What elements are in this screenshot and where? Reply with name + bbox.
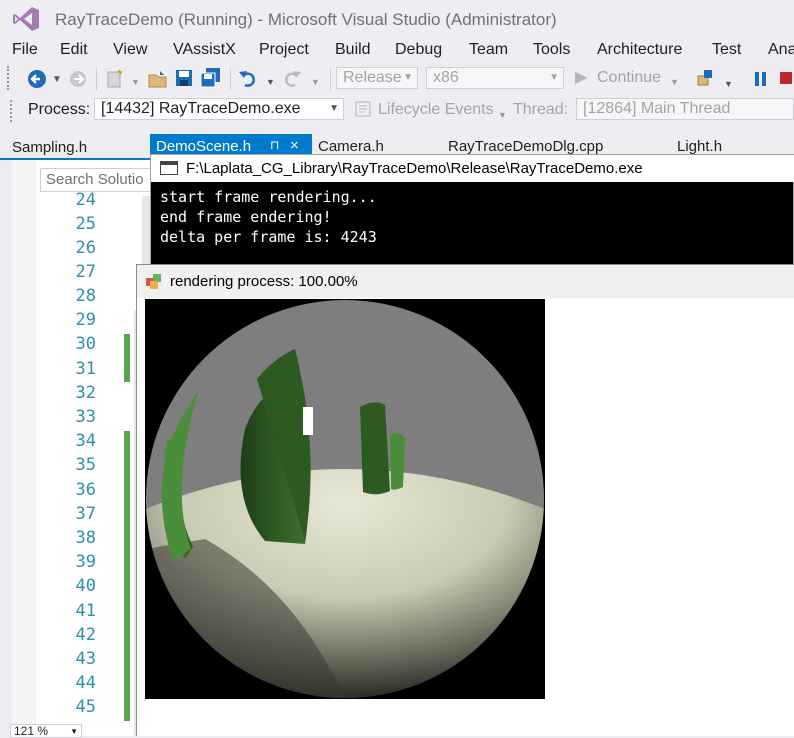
side-dock-strip	[0, 160, 12, 736]
line-number: 35	[75, 455, 96, 475]
line-number: 28	[75, 286, 96, 306]
continue-dropdown-icon[interactable]: ▼	[670, 72, 679, 92]
solution-search-input[interactable]: Search Solutio	[40, 168, 155, 192]
console-output-line: delta per frame is: 4243	[160, 228, 377, 246]
thread-label: Thread:	[513, 101, 569, 118]
tab-camera-h[interactable]: Camera.h	[318, 138, 384, 155]
thread-combo[interactable]: [12864] Main Thread	[576, 98, 794, 120]
change-tracking-bar	[124, 334, 130, 382]
process-value: [14432] RayTraceDemo.exe	[101, 100, 301, 117]
stop-debugging-icon[interactable]	[779, 71, 793, 85]
continue-play-icon[interactable]: ▶	[575, 68, 587, 88]
break-all-icon[interactable]	[753, 71, 767, 87]
close-tab-icon[interactable]: ×	[290, 137, 299, 154]
pin-tab-icon[interactable]: ⊓	[270, 138, 279, 152]
solution-configuration-value: Release	[343, 69, 402, 86]
menu-debug[interactable]: Debug	[395, 41, 442, 59]
navigate-forward-icon[interactable]	[68, 69, 88, 89]
line-number: 33	[75, 407, 96, 427]
line-number: 31	[75, 359, 96, 379]
application-icon	[146, 274, 161, 289]
line-number: 41	[75, 601, 96, 621]
menu-view[interactable]: View	[113, 41, 147, 59]
chevron-down-icon: ▼	[403, 72, 413, 83]
solution-search-placeholder: Search Solutio	[46, 171, 144, 188]
line-number: 27	[75, 262, 96, 282]
menu-test[interactable]: Test	[712, 41, 741, 59]
window-title: RayTraceDemo (Running) - Microsoft Visua…	[55, 10, 557, 29]
menu-file[interactable]: File	[12, 41, 38, 59]
solution-platform-combo[interactable]: x86 ▼	[426, 67, 564, 89]
line-number: 32	[75, 383, 96, 403]
solution-platform-value: x86	[433, 69, 459, 86]
undo-dropdown-icon[interactable]: ▼	[266, 72, 275, 92]
navigate-back-icon[interactable]	[27, 69, 47, 89]
solution-configuration-combo[interactable]: Release ▼	[336, 67, 418, 89]
tab-light-h[interactable]: Light.h	[677, 138, 722, 155]
line-number: 40	[75, 576, 96, 596]
lifecycle-dropdown-icon[interactable]: ▼	[498, 105, 507, 125]
toolbar-separator	[96, 68, 97, 90]
open-file-icon[interactable]	[147, 68, 169, 90]
chevron-down-icon: ▼	[549, 72, 559, 83]
line-number: 45	[75, 697, 96, 717]
attach-dropdown-icon[interactable]: ▼	[724, 74, 733, 94]
toolbar-grip	[10, 100, 15, 122]
lifecycle-events-icon[interactable]	[354, 100, 372, 118]
menu-edit[interactable]: Edit	[60, 41, 88, 59]
line-number: 24	[75, 190, 96, 210]
menu-tools[interactable]: Tools	[533, 41, 570, 59]
line-number: 42	[75, 625, 96, 645]
ray-traced-image	[145, 299, 545, 699]
chevron-down-icon: ▼	[329, 103, 339, 114]
lifecycle-events-button[interactable]: Lifecycle Events	[378, 101, 494, 119]
toolbar-separator	[330, 68, 331, 90]
line-number: 36	[75, 480, 96, 500]
line-number: 39	[75, 552, 96, 572]
line-number: 30	[75, 334, 96, 354]
process-combo[interactable]: [14432] RayTraceDemo.exe ▼	[94, 98, 344, 120]
console-title: F:\Laplata_CG_Library\RayTraceDemo\Relea…	[186, 160, 643, 177]
console-output-line: start frame rendering...	[160, 188, 377, 206]
save-icon[interactable]	[175, 69, 193, 87]
visual-studio-logo-icon	[13, 7, 39, 31]
tab-demoscene-h-label: DemoScene.h	[156, 138, 252, 155]
solution-explorer-panel	[12, 160, 36, 736]
menu-analyze[interactable]: Ana	[768, 41, 794, 59]
line-number: 34	[75, 431, 96, 451]
menu-vassistx[interactable]: VAssistX	[173, 41, 236, 59]
save-all-icon[interactable]	[200, 67, 222, 89]
line-number: 25	[75, 214, 96, 234]
console-app-icon	[160, 161, 178, 175]
line-number: 29	[75, 310, 96, 330]
tab-raytracedemodlg-cpp[interactable]: RayTraceDemoDlg.cpp	[448, 138, 603, 155]
new-project-icon[interactable]	[105, 68, 125, 90]
menu-architecture[interactable]: Architecture	[597, 41, 682, 59]
thread-value: [12864] Main Thread	[583, 100, 731, 117]
process-label: Process:	[28, 101, 91, 118]
tab-sampling-h[interactable]: Sampling.h	[12, 139, 87, 156]
undo-icon[interactable]	[238, 68, 258, 88]
menu-project[interactable]: Project	[259, 41, 309, 59]
toolbar-grip	[7, 66, 12, 90]
line-number: 44	[75, 673, 96, 693]
attach-process-icon[interactable]	[696, 68, 716, 88]
line-number: 43	[75, 649, 96, 669]
menu-build[interactable]: Build	[335, 41, 371, 59]
line-number: 38	[75, 528, 96, 548]
redo-dropdown-icon[interactable]: ▼	[311, 72, 320, 92]
change-tracking-bar	[124, 431, 130, 721]
redo-icon[interactable]	[282, 68, 302, 88]
new-dropdown-icon[interactable]: ▼	[131, 72, 140, 92]
console-output-line: end frame endering!	[160, 208, 332, 226]
continue-button[interactable]: Continue	[597, 69, 661, 87]
rendering-progress-title: rendering process: 100.00%	[170, 273, 358, 290]
menu-team[interactable]: Team	[469, 41, 508, 59]
line-number: 37	[75, 504, 96, 524]
chevron-down-icon: ▼	[70, 727, 78, 736]
toolbar-separator	[230, 68, 231, 90]
line-number: 26	[75, 238, 96, 258]
back-dropdown-icon[interactable]: ▼	[52, 70, 62, 90]
